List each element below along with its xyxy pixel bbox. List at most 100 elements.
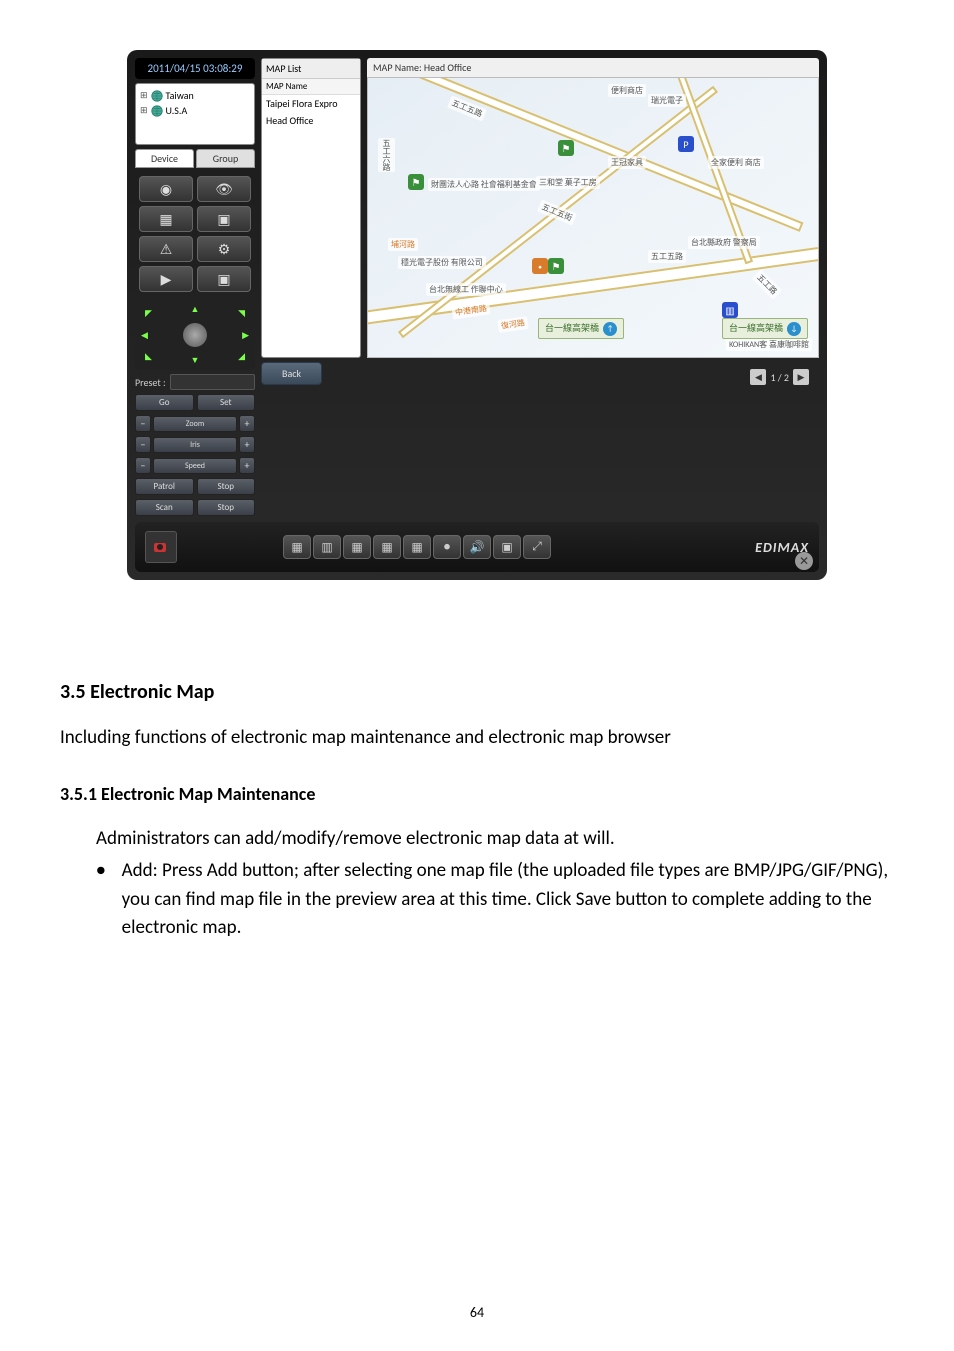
map-label: 三和堂 菓子工房 — [536, 176, 600, 189]
sound-icon[interactable]: 🔊 — [463, 535, 491, 559]
map-pin-icon[interactable]: ⚑ — [558, 140, 574, 156]
zoom-label: Zoom — [153, 416, 237, 432]
map-title-prefix: MAP Name: — [373, 61, 422, 74]
iris-plus[interactable]: + — [239, 436, 255, 453]
preset-select[interactable] — [170, 374, 255, 390]
map-label: 台北縣政府 警察局 — [688, 236, 760, 249]
patrol-stop-button[interactable]: Stop — [197, 478, 256, 495]
iris-minus[interactable]: − — [135, 436, 151, 453]
preset-row: Preset : — [135, 374, 255, 390]
maplist-column-header: MAP Name — [262, 79, 360, 95]
tree-item-taiwan[interactable]: ⊞ Taiwan — [140, 88, 250, 103]
zoom-plus[interactable]: + — [239, 415, 255, 432]
map-pin-icon[interactable]: ⚑ — [408, 174, 424, 190]
section-body: Including functions of electronic map ma… — [60, 724, 894, 753]
toolbar-buttons: ▦ ▥ ▦ ▦ ▦ ● 🔊 ▣ ⤢ — [283, 535, 551, 559]
map-title-bar: MAP Name: Head Office — [367, 58, 819, 77]
pager-prev-icon[interactable]: ◀ — [750, 369, 766, 385]
zoom-minus[interactable]: − — [135, 415, 151, 432]
map-label: 五工路 — [752, 269, 782, 299]
map-canvas[interactable]: 便利商店 瑞光電子 五工五路 五工六路 財團法人心路 社會福利基金會 五工五街 … — [367, 77, 819, 358]
patrol-button[interactable]: Patrol — [135, 478, 194, 495]
speed-minus[interactable]: − — [135, 457, 151, 474]
iris-label: Iris — [153, 437, 237, 453]
map-label: 復河路 — [497, 316, 529, 333]
tab-group[interactable]: Group — [196, 149, 255, 168]
map-pin-icon[interactable]: ⬩ — [532, 258, 548, 274]
back-button[interactable]: Back — [261, 362, 322, 385]
map-label: 五工六路 — [378, 138, 395, 172]
layout4-icon[interactable]: ▦ — [373, 535, 401, 559]
bottom-toolbar: ▦ ▥ ▦ ▦ ▦ ● 🔊 ▣ ⤢ EDIMAX ✕ — [135, 522, 819, 572]
page-number: 64 — [0, 1304, 954, 1321]
snapshot-icon[interactable]: ▣ — [493, 535, 521, 559]
tree-item-usa[interactable]: ⊞ U.S.A — [140, 103, 250, 118]
map-title-value: Head Office — [424, 61, 471, 74]
record-icon[interactable]: ● — [433, 535, 461, 559]
speed-plus[interactable]: + — [239, 457, 255, 474]
camera-thumbnail[interactable] — [145, 531, 177, 563]
dpad-center[interactable] — [183, 323, 207, 347]
fullscreen-icon[interactable]: ⤢ — [523, 535, 551, 559]
tree-label: U.S.A — [166, 104, 188, 117]
map-pin-icon[interactable]: ⚑ — [548, 258, 564, 274]
gear-icon[interactable]: ⚙ — [197, 236, 251, 262]
eye-icon[interactable]: 👁 — [197, 176, 251, 202]
record-icon[interactable]: ◉ — [139, 176, 193, 202]
hwy-label: 台一線高架橋 — [545, 323, 599, 334]
bullet-text: Add: Press Add button; after selecting o… — [122, 857, 894, 943]
arrow-downright-icon[interactable]: ◢ — [238, 351, 245, 362]
arrow-downleft-icon[interactable]: ◣ — [145, 351, 152, 362]
speed-label: Speed — [153, 458, 237, 474]
layout5-icon[interactable]: ▦ — [403, 535, 431, 559]
hwy-arrow-icon: ↑ — [603, 322, 617, 336]
map-label: 財團法人心路 社會福利基金會 — [428, 178, 540, 191]
map-area: MAP Name: Head Office 便利商店 瑞光電子 五工五路 五工六… — [367, 58, 819, 358]
layout2-icon[interactable]: ▥ — [313, 535, 341, 559]
layout3-icon[interactable]: ▦ — [343, 535, 371, 559]
map-pin-icon[interactable]: P — [678, 136, 694, 152]
pager-next-icon[interactable]: ▶ — [793, 369, 809, 385]
pager-text: 1 / 2 — [770, 371, 789, 384]
ptz-dpad[interactable]: ▲ ▼ ◀ ▶ ◤ ◥ ◣ ◢ — [135, 300, 255, 370]
hwy-label: 台一線高架橋 — [729, 323, 783, 334]
stop-icon[interactable]: ▣ — [197, 266, 251, 292]
plus-icon[interactable]: ⊞ — [140, 90, 148, 101]
tree-tabs: Device Group — [135, 149, 255, 168]
arrow-up-icon[interactable]: ▲ — [191, 304, 200, 315]
map-label: 埔河路 — [388, 238, 418, 251]
arrow-upleft-icon[interactable]: ◤ — [145, 308, 152, 319]
preset-label: Preset : — [135, 376, 166, 389]
maplist-item[interactable]: Taipei Flora Expro — [262, 95, 360, 112]
map-label: 五工五路 — [648, 250, 686, 263]
arrow-right-icon[interactable]: ▶ — [242, 330, 249, 341]
layout-icon[interactable]: ▦ — [139, 206, 193, 232]
go-button[interactable]: Go — [135, 394, 194, 411]
device-tree[interactable]: ⊞ Taiwan ⊞ U.S.A — [135, 83, 255, 145]
subsection-heading: 3.5.1 Electronic Map Maintenance — [60, 783, 894, 805]
app-window: 2011/04/15 03:08:29 ⊞ Taiwan ⊞ U.S.A Dev… — [127, 50, 827, 580]
camera-icon — [151, 537, 171, 557]
map-label: 便利商店 — [608, 84, 646, 97]
play-icon[interactable]: ▶ — [139, 266, 193, 292]
map-label: 全家便利 商店 — [708, 156, 764, 169]
alert-icon[interactable]: ⚠ — [139, 236, 193, 262]
tab-device[interactable]: Device — [135, 149, 194, 168]
plus-icon[interactable]: ⊞ — [140, 105, 148, 116]
close-icon[interactable]: ✕ — [795, 552, 813, 570]
arrow-down-icon[interactable]: ▼ — [191, 355, 200, 366]
scan-stop-button[interactable]: Stop — [197, 499, 256, 516]
section-heading: 3.5 Electronic Map — [60, 680, 894, 704]
map-pin-icon[interactable]: ▥ — [722, 302, 738, 318]
arrow-left-icon[interactable]: ◀ — [141, 330, 148, 341]
map-label: KOHIKAN客 喜康咖啡館 — [726, 338, 812, 351]
scan-button[interactable]: Scan — [135, 499, 194, 516]
road — [383, 77, 804, 232]
bullet-item: ● Add: Press Add button; after selecting… — [96, 857, 894, 943]
arrow-upright-icon[interactable]: ◥ — [238, 308, 245, 319]
maplist-item[interactable]: Head Office — [262, 112, 360, 129]
set-button[interactable]: Set — [197, 394, 256, 411]
map-label: 瑞光電子 — [648, 94, 686, 107]
screen-icon[interactable]: ▣ — [197, 206, 251, 232]
layout1-icon[interactable]: ▦ — [283, 535, 311, 559]
